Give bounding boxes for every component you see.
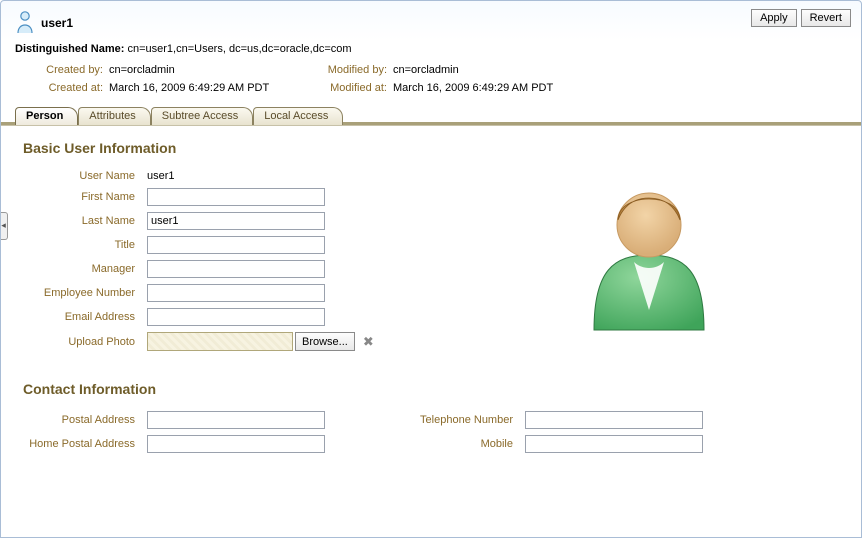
apply-button[interactable]: Apply (751, 9, 797, 27)
tab-content-outer: ◂ Basic User Information User Name user1… (1, 125, 861, 537)
user-name-value: user1 (147, 170, 175, 182)
distinguished-name-value: cn=user1,cn=Users, dc=us,dc=oracle,dc=co… (127, 43, 351, 55)
basic-info-wrap: User Name user1 First Name Last Name Tit… (17, 170, 845, 357)
tab-subtree-access[interactable]: Subtree Access (151, 107, 253, 125)
postal-address-field[interactable] (147, 411, 325, 429)
tab-attributes[interactable]: Attributes (78, 107, 150, 125)
modified-at-value: March 16, 2009 6:49:29 AM PDT (393, 79, 553, 97)
tabs-row: Person Attributes Subtree Access Local A… (1, 107, 861, 125)
user-icon (15, 9, 35, 37)
modified-by-label: Modified by: (309, 61, 393, 79)
first-name-label: First Name (17, 191, 147, 203)
tab-person[interactable]: Person (15, 107, 78, 125)
created-at-value: March 16, 2009 6:49:29 AM PDT (109, 79, 309, 97)
email-address-label: Email Address (17, 311, 147, 323)
upload-photo-field[interactable] (147, 332, 293, 351)
header-bar: user1 Apply Revert (1, 1, 861, 41)
title-field[interactable] (147, 236, 325, 254)
browse-button[interactable]: Browse... (295, 332, 355, 351)
basic-info-form: User Name user1 First Name Last Name Tit… (17, 170, 374, 357)
home-postal-address-label: Home Postal Address (17, 438, 147, 450)
employee-number-field[interactable] (147, 284, 325, 302)
telephone-number-field[interactable] (525, 411, 703, 429)
contact-info-wrap: Postal Address Home Postal Address Telep… (17, 411, 845, 459)
mobile-field[interactable] (525, 435, 703, 453)
modified-at-label: Modified at: (309, 79, 393, 97)
avatar-column (374, 170, 845, 340)
mobile-label: Mobile (405, 438, 525, 450)
page-title: user1 (41, 16, 73, 30)
distinguished-name-label: Distinguished Name: (15, 43, 124, 55)
upload-photo-label: Upload Photo (17, 336, 147, 348)
last-name-label: Last Name (17, 215, 147, 227)
first-name-field[interactable] (147, 188, 325, 206)
telephone-number-label: Telephone Number (405, 414, 525, 426)
home-postal-address-field[interactable] (147, 435, 325, 453)
created-by-value: cn=orcladmin (109, 61, 309, 79)
action-buttons: Apply Revert (751, 9, 851, 27)
title-label: Title (17, 239, 147, 251)
modified-by-value: cn=orcladmin (393, 61, 459, 79)
expand-handle-icon[interactable]: ◂ (1, 212, 8, 240)
distinguished-name-row: Distinguished Name: cn=user1,cn=Users, d… (1, 41, 861, 61)
user-name-label: User Name (17, 170, 147, 182)
user-avatar-icon (574, 170, 724, 340)
manager-field[interactable] (147, 260, 325, 278)
created-by-label: Created by: (31, 61, 109, 79)
audit-metadata: Created by: cn=orcladmin Modified by: cn… (1, 61, 861, 107)
contact-right-col: Telephone Number Mobile (405, 411, 703, 459)
title-wrap: user1 (15, 9, 73, 37)
postal-address-label: Postal Address (17, 414, 147, 426)
section-basic-title: Basic User Information (23, 140, 845, 156)
spacer (17, 459, 845, 499)
revert-button[interactable]: Revert (801, 9, 851, 27)
email-address-field[interactable] (147, 308, 325, 326)
employee-number-label: Employee Number (17, 287, 147, 299)
manager-label: Manager (17, 263, 147, 275)
tab-content-scroll[interactable]: Basic User Information User Name user1 F… (1, 126, 861, 537)
tab-local-access[interactable]: Local Access (253, 107, 343, 125)
user-entry-panel: user1 Apply Revert Distinguished Name: c… (0, 0, 862, 538)
created-at-label: Created at: (31, 79, 109, 97)
contact-left-col: Postal Address Home Postal Address (17, 411, 325, 459)
last-name-field[interactable] (147, 212, 325, 230)
close-icon[interactable]: ✖ (363, 334, 374, 350)
section-contact-title: Contact Information (23, 381, 845, 397)
